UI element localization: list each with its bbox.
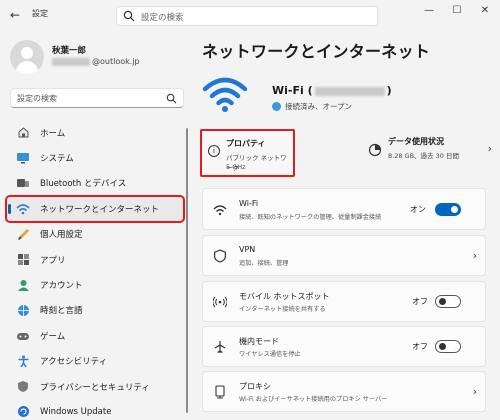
sidebar-item-apps[interactable]: アプリ <box>6 247 184 272</box>
row-description: Wi-Fi およびイーサネット接続用のプロキシ サーバー <box>239 396 388 403</box>
sidebar-item-label: ネットワークとインターネット <box>40 204 160 215</box>
close-button[interactable]: ✕ <box>474 3 496 19</box>
system-icon <box>16 151 30 165</box>
properties-card[interactable]: i プロパティ パブリック ネットワーク 5 GHz <box>200 129 295 177</box>
sidebar-item-bluetooth[interactable]: Bluetooth とデバイス <box>6 171 184 196</box>
sidebar-search-input[interactable]: 設定の検索 <box>10 88 184 108</box>
pie-chart-icon <box>368 143 382 157</box>
sidebar-item-label: システム <box>40 154 74 165</box>
proxy-icon <box>215 385 225 399</box>
redacted-text <box>314 86 385 96</box>
row-description: 追加、接続、管理 <box>239 260 289 267</box>
globe-icon <box>16 303 30 317</box>
vpn-shield-icon <box>214 249 226 263</box>
wifi-toggle[interactable] <box>435 203 461 216</box>
hotspot-icon <box>213 296 227 308</box>
apps-icon <box>16 253 30 267</box>
accessibility-icon <box>16 354 30 368</box>
redacted-text <box>52 57 90 66</box>
properties-title: プロパティ <box>226 139 266 148</box>
airplane-mode-toggle[interactable] <box>435 340 461 353</box>
avatar[interactable] <box>10 40 44 74</box>
sidebar-item-label: アプリ <box>40 255 66 266</box>
wifi-status: 接続済み、オープン <box>272 101 352 112</box>
chevron-right-icon: › <box>472 249 477 262</box>
airplane-icon <box>214 341 226 354</box>
row-description: ワイヤレス通信を停止 <box>239 351 301 358</box>
minimize-button[interactable]: — <box>418 3 440 19</box>
account-icon <box>16 278 30 292</box>
mobile-hotspot-toggle[interactable] <box>435 295 461 308</box>
sidebar-item-system[interactable]: システム <box>6 145 184 170</box>
sidebar-nav: ホーム システム Bluetooth とデバイス ネットワークとインターネット … <box>5 120 185 420</box>
wifi-icon <box>213 205 227 216</box>
bluetooth-icon <box>16 176 30 190</box>
data-usage-card[interactable]: データ使用状況 8.28 GB、過去 30 日間 › <box>368 136 492 170</box>
wifi-icon <box>16 202 30 216</box>
sidebar-item-windows-update[interactable]: Windows Update <box>6 399 184 420</box>
sidebar-item-label: プライバシーとセキュリティ <box>40 382 150 393</box>
title-bar: ← 設定 設定の検索 — ☐ ✕ <box>0 0 500 30</box>
toggle-state-label: オフ <box>412 297 428 306</box>
sidebar-item-label: Windows Update <box>40 406 112 417</box>
wifi-network-name: Wi-Fi () <box>272 84 392 97</box>
proxy-row[interactable]: プロキシ Wi-Fi およびイーサネット接続用のプロキシ サーバー › <box>202 371 486 412</box>
shield-icon <box>16 380 30 394</box>
sidebar-search-placeholder: 設定の検索 <box>17 94 57 103</box>
sidebar-item-label: ホーム <box>40 128 66 139</box>
data-usage-title: データ使用状況 <box>388 137 444 146</box>
row-title: モバイル ホットスポット <box>239 292 330 301</box>
sidebar-item-label: アクセシビリティ <box>40 357 108 368</box>
properties-band: 5 GHz <box>226 163 246 171</box>
row-description: インターネット接続を共有する <box>239 306 326 313</box>
data-usage-detail: 8.28 GB、過去 30 日間 <box>388 152 459 160</box>
page-title: ネットワークとインターネット <box>202 42 431 61</box>
back-arrow-icon[interactable]: ← <box>6 6 24 24</box>
vpn-row[interactable]: VPN 追加、接続、管理 › <box>202 235 486 276</box>
sidebar-item-home[interactable]: ホーム <box>6 120 184 145</box>
row-title: VPN <box>239 245 256 254</box>
chevron-right-icon: › <box>487 142 492 155</box>
sidebar-scrollbar[interactable] <box>186 128 188 413</box>
globe-icon <box>272 102 281 111</box>
mobile-hotspot-row[interactable]: モバイル ホットスポット インターネット接続を共有する オフ <box>202 281 486 322</box>
sidebar-item-label: Bluetooth とデバイス <box>40 179 127 190</box>
brush-icon <box>16 227 30 241</box>
search-icon <box>123 10 135 22</box>
sidebar-item-accessibility[interactable]: アクセシビリティ <box>6 349 184 374</box>
chevron-right-icon: › <box>472 385 477 398</box>
wifi-large-icon <box>202 77 248 112</box>
airplane-mode-row[interactable]: 機内モード ワイヤレス通信を停止 オフ <box>202 326 486 367</box>
sidebar-item-personalization[interactable]: 個人用設定 <box>6 222 184 247</box>
sidebar-item-network[interactable]: ネットワークとインターネット <box>5 195 185 223</box>
sidebar-item-gaming[interactable]: ゲーム <box>6 323 184 348</box>
row-title: プロキシ <box>239 382 271 391</box>
row-title: 機内モード <box>239 337 279 346</box>
wifi-row[interactable]: Wi-Fi 接続、既知のネットワークの管理、従量制課金接続 オン <box>202 188 486 230</box>
user-name: 秋葉一郎 <box>52 46 87 56</box>
row-description: 接続、既知のネットワークの管理、従量制課金接続 <box>239 214 382 221</box>
sidebar-item-label: ゲーム <box>40 331 66 342</box>
sidebar-item-accounts[interactable]: アカウント <box>6 272 184 297</box>
toggle-state-label: オフ <box>412 342 428 351</box>
sidebar-item-time-language[interactable]: 時刻と言語 <box>6 298 184 323</box>
sidebar-item-label: アカウント <box>40 281 83 292</box>
game-icon <box>16 329 30 343</box>
sidebar-item-privacy[interactable]: プライバシーとセキュリティ <box>6 374 184 399</box>
search-placeholder: 設定の検索 <box>141 13 184 23</box>
user-email: @outlook.jp <box>52 57 140 66</box>
sidebar-item-label: 個人用設定 <box>40 230 83 241</box>
search-icon <box>166 93 177 104</box>
row-title: Wi-Fi <box>239 199 259 208</box>
info-icon: i <box>208 145 220 157</box>
update-icon <box>16 405 30 419</box>
search-box[interactable]: 設定の検索 <box>116 6 378 26</box>
maximize-button[interactable]: ☐ <box>446 3 468 19</box>
home-icon <box>16 126 30 140</box>
sidebar-item-label: 時刻と言語 <box>40 306 83 317</box>
toggle-state-label: オン <box>410 205 426 214</box>
window-title: 設定 <box>32 9 48 18</box>
